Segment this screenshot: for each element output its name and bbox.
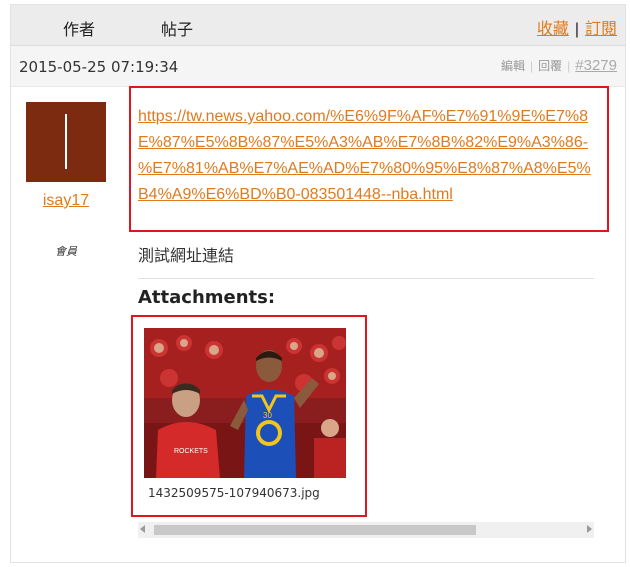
scroll-right-icon[interactable] — [587, 525, 592, 533]
post-date: 2015-05-25 07:19:34 — [19, 58, 179, 76]
avatar[interactable] — [26, 102, 106, 182]
action-divider: | — [567, 59, 571, 73]
post-meta-bar: 2015-05-25 07:19:34 編輯 | 回覆 | #3279 — [11, 46, 625, 87]
attachment-file-name: 1432509575-107940673.jpg — [148, 486, 320, 500]
username-link[interactable]: isay17 — [26, 192, 106, 210]
favorite-link[interactable]: 收藏 — [537, 21, 569, 38]
avatar-mark — [65, 114, 67, 169]
svg-text:ROCKETS: ROCKETS — [174, 448, 208, 455]
basketball-photo-image: ROCKETS 30 — [144, 328, 346, 478]
post-column-label: 帖子 — [161, 22, 194, 39]
header-actions: 收藏 | 訂閱 — [537, 15, 617, 39]
action-divider: | — [530, 59, 534, 73]
author-column-label: 作者 — [63, 22, 96, 39]
attachment-thumbnail[interactable]: ROCKETS 30 — [144, 328, 346, 478]
scrollbar-thumb[interactable] — [154, 525, 476, 535]
subscribe-link[interactable]: 訂閱 — [585, 21, 617, 38]
scroll-left-icon[interactable] — [140, 525, 145, 533]
header-separator: | — [574, 21, 579, 38]
edit-button[interactable]: 編輯 — [501, 59, 525, 73]
post-number-link[interactable]: #3279 — [575, 57, 617, 74]
post-body-text: 測試網址連結 — [138, 248, 235, 265]
horizontal-scrollbar[interactable] — [138, 522, 594, 538]
svg-text:30: 30 — [263, 411, 272, 420]
reply-button[interactable]: 回覆 — [538, 59, 562, 73]
user-role: 會員 — [55, 245, 77, 258]
content-divider — [138, 278, 594, 279]
post-actions: 編輯 | 回覆 | #3279 — [501, 57, 617, 74]
post-header: 作者 帖子 收藏 | 訂閱 — [11, 5, 625, 46]
attachments-heading: Attachments: — [138, 287, 276, 308]
post-url-link[interactable]: https://tw.news.yahoo.com/%E6%9F%AF%E7%9… — [138, 104, 600, 208]
